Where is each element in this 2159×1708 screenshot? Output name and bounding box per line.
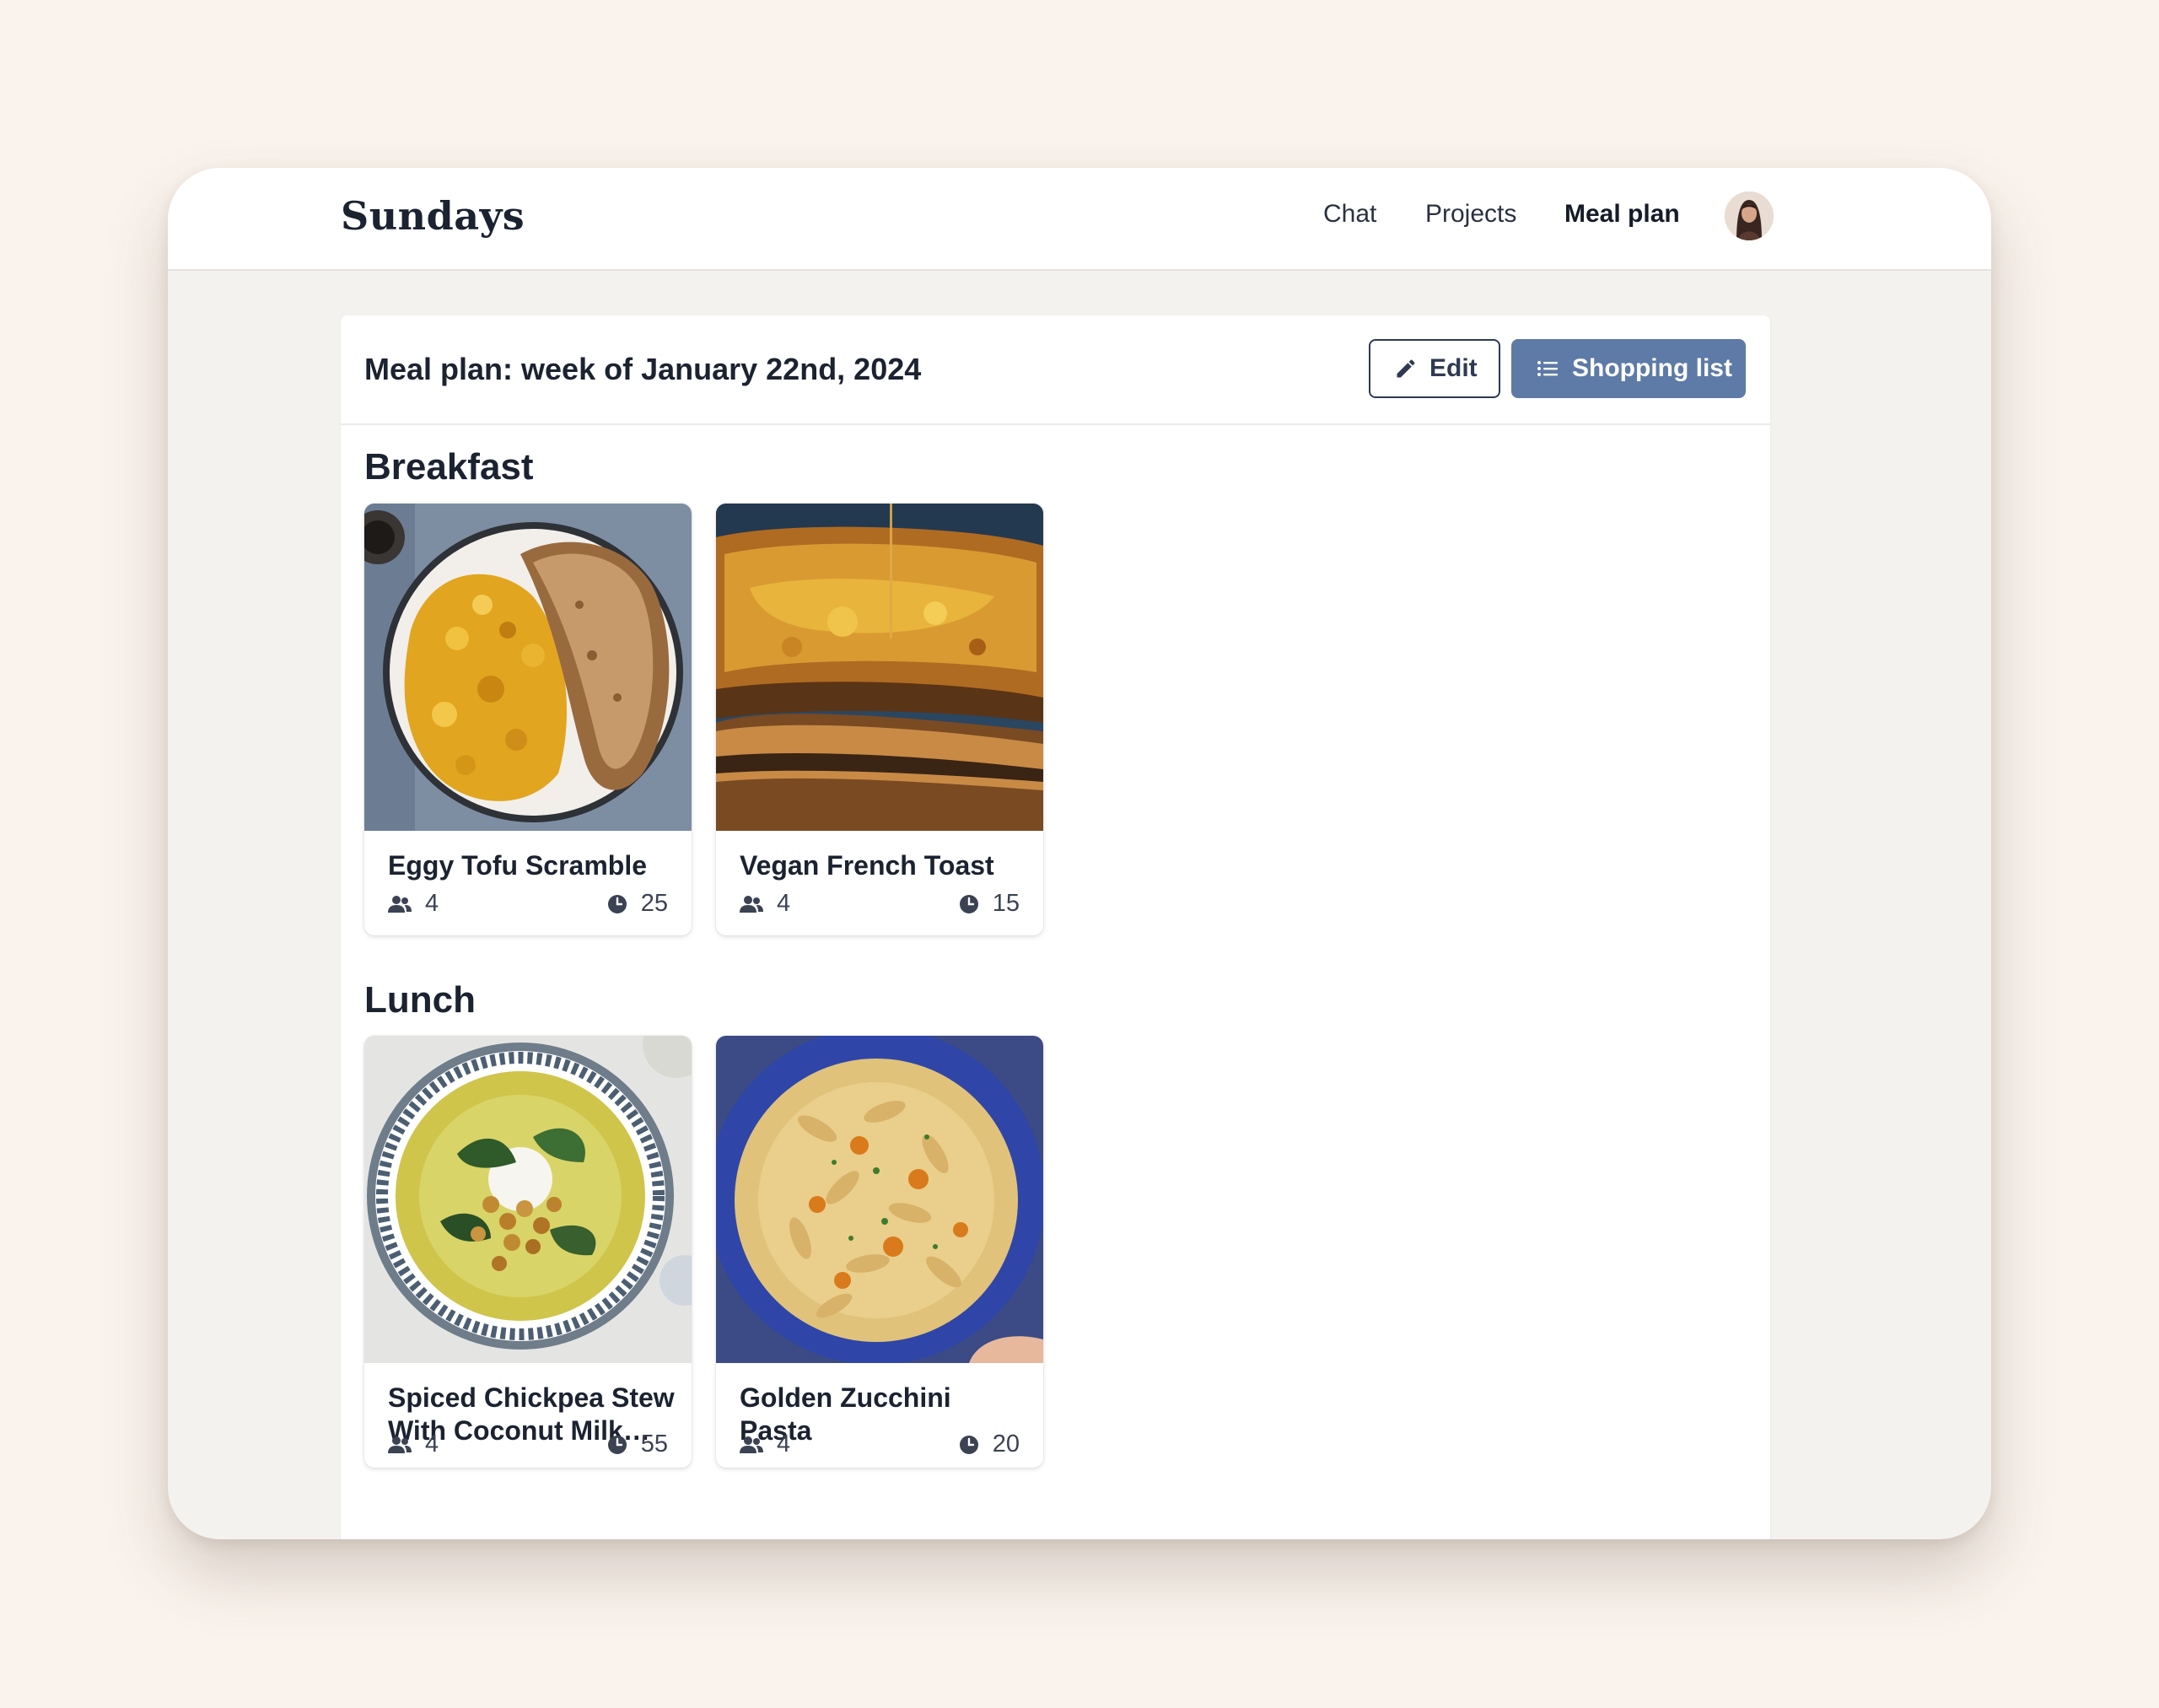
panel-header: Meal plan: week of January 22nd, 2024 Ed… bbox=[341, 315, 1770, 425]
brand-logo[interactable]: Sundays bbox=[341, 193, 525, 239]
servings-count: 4 bbox=[425, 1431, 439, 1457]
recipe-meta: 4 20 bbox=[740, 1431, 1020, 1461]
pencil-icon bbox=[1397, 359, 1415, 378]
recipe-meta: 4 25 bbox=[388, 890, 668, 920]
meal-plan-panel: Meal plan: week of January 22nd, 2024 Ed… bbox=[341, 315, 1770, 1539]
clock-icon bbox=[959, 894, 978, 913]
nav-item-meal-plan[interactable]: Meal plan bbox=[1564, 200, 1680, 229]
recipe-photo-chickpea-stew bbox=[364, 1036, 692, 1363]
recipe-card[interactable]: Eggy Tofu Scramble 4 25 bbox=[364, 504, 692, 935]
shopping-list-button-label: Shopping list bbox=[1572, 354, 1732, 382]
recipe-photo-french-toast bbox=[716, 504, 1043, 831]
recipe-name: Eggy Tofu Scramble bbox=[388, 850, 648, 881]
clock-icon bbox=[959, 1435, 978, 1454]
cook-time-minutes: 25 bbox=[640, 890, 668, 917]
users-icon bbox=[388, 1436, 412, 1453]
recipe-meta: 4 55 bbox=[388, 1431, 668, 1461]
cook-time-minutes: 55 bbox=[640, 1431, 668, 1457]
edit-button[interactable]: Edit bbox=[1369, 339, 1500, 398]
app-window: Sundays Chat Projects Meal plan Meal pla… bbox=[168, 168, 1991, 1539]
nav-item-chat[interactable]: Chat bbox=[1323, 200, 1376, 229]
recipe-name: Vegan French Toast bbox=[740, 850, 994, 881]
user-avatar[interactable] bbox=[1725, 191, 1774, 240]
servings-count: 4 bbox=[777, 1431, 791, 1457]
recipe-card[interactable]: Vegan French Toast 4 15 bbox=[716, 504, 1043, 935]
users-icon bbox=[740, 895, 763, 913]
section-title-breakfast: Breakfast bbox=[364, 446, 534, 488]
cook-time-minutes: 15 bbox=[992, 890, 1020, 917]
clock-icon bbox=[607, 894, 627, 913]
cook-time-minutes: 20 bbox=[992, 1431, 1020, 1457]
nav-item-projects[interactable]: Projects bbox=[1425, 200, 1516, 229]
shopping-list-button[interactable]: Shopping list bbox=[1511, 339, 1746, 398]
servings-count: 4 bbox=[777, 890, 791, 917]
users-icon bbox=[388, 895, 412, 913]
section-title-lunch: Lunch bbox=[364, 979, 476, 1021]
edit-button-label: Edit bbox=[1429, 354, 1478, 382]
page-title: Meal plan: week of January 22nd, 2024 bbox=[364, 352, 922, 386]
top-navigation-bar: Sundays Chat Projects Meal plan bbox=[168, 168, 1991, 271]
recipe-photo-zucchini-pasta bbox=[716, 1036, 1043, 1363]
clock-icon bbox=[607, 1435, 627, 1454]
recipe-card[interactable]: Spiced Chickpea Stew With Coconut Milk a… bbox=[364, 1036, 692, 1468]
servings-count: 4 bbox=[425, 890, 439, 917]
recipe-photo-tofu-scramble bbox=[364, 504, 692, 831]
recipe-card[interactable]: Golden Zucchini Pasta 4 20 bbox=[716, 1036, 1043, 1468]
list-icon bbox=[1537, 361, 1558, 376]
recipe-meta: 4 15 bbox=[740, 890, 1020, 920]
users-icon bbox=[740, 1436, 763, 1453]
